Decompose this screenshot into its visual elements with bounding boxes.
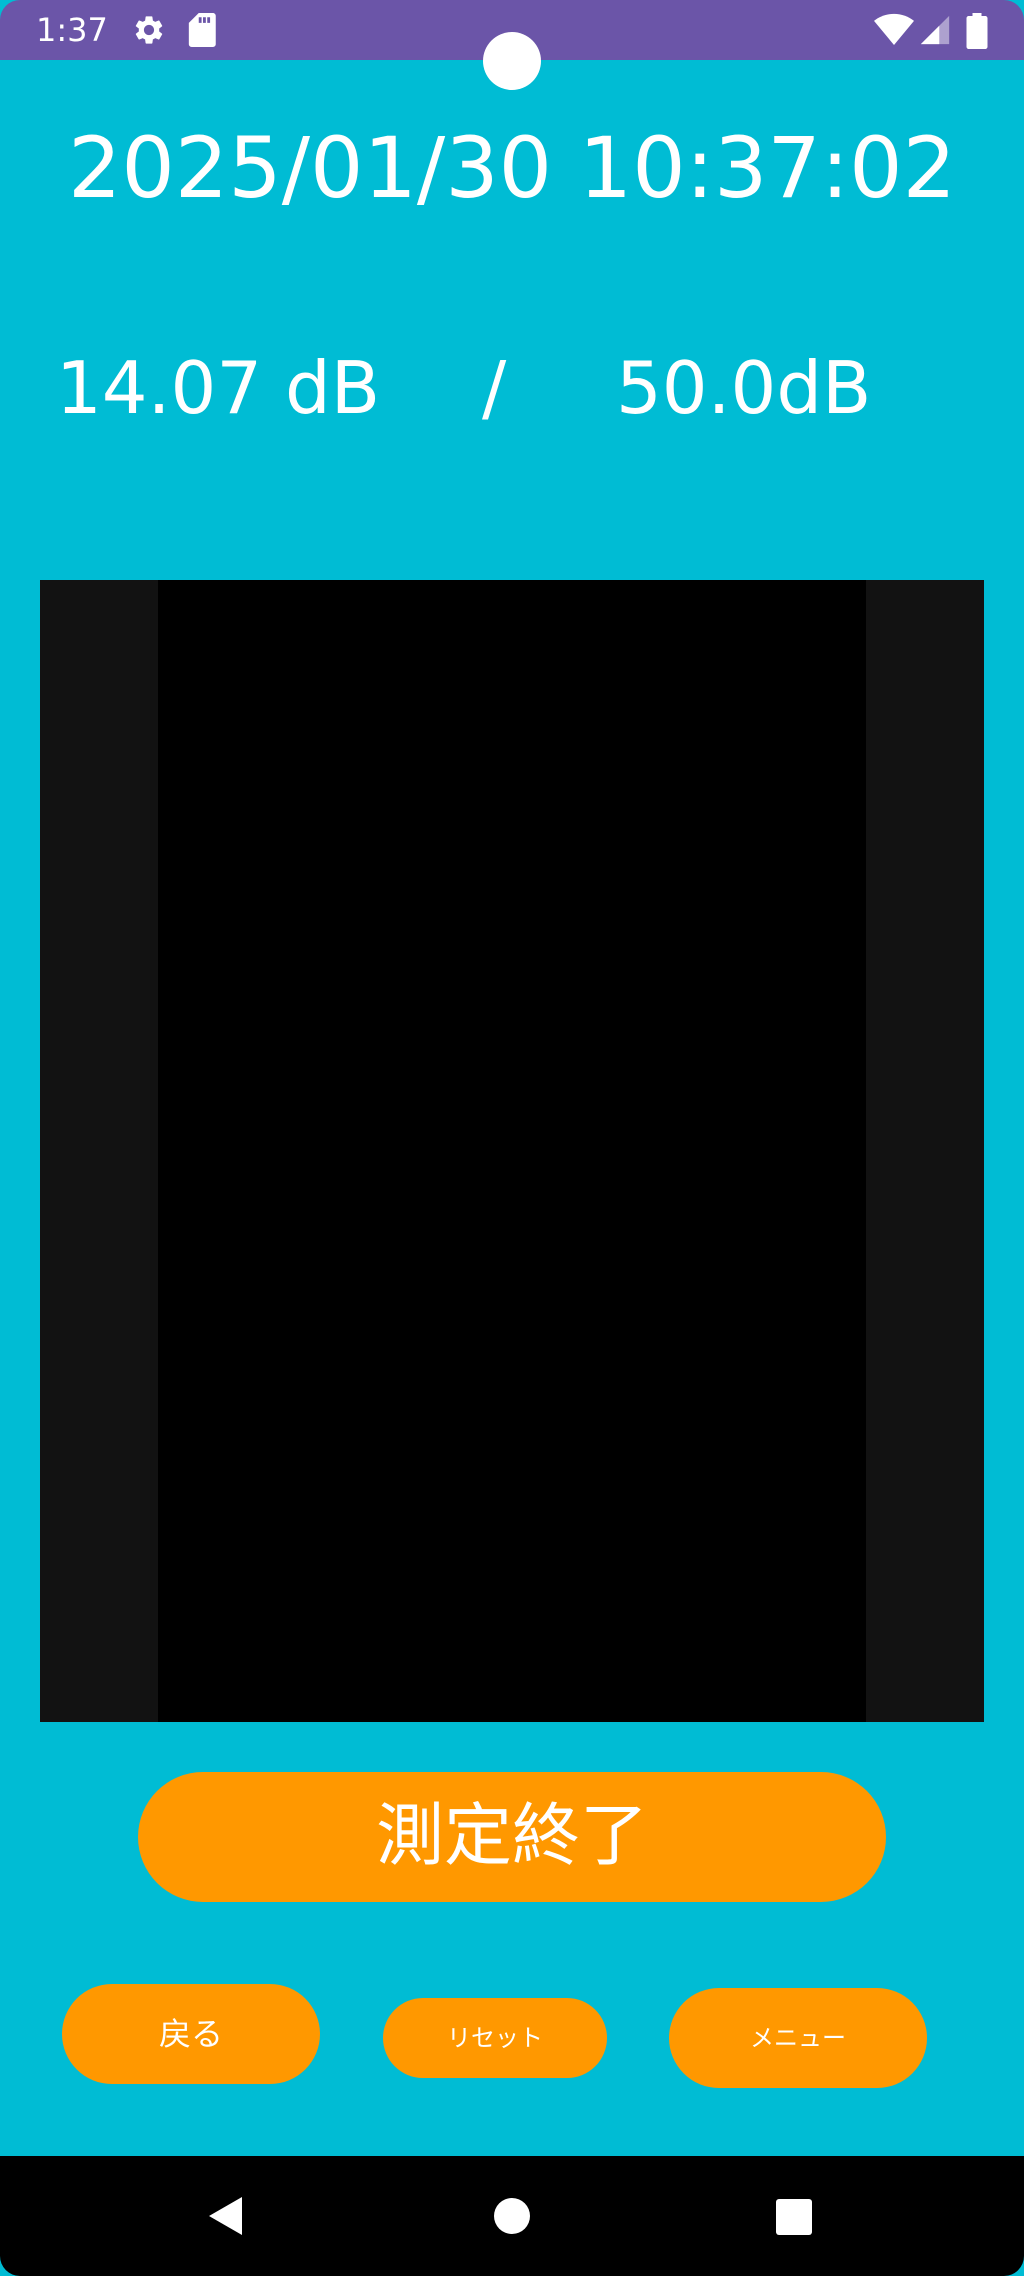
menu-button[interactable]: メニュー [669,1988,927,2088]
current-level-value: 14.07 dB [56,346,381,430]
datetime-display: 2025/01/30 10:37:02 [67,119,957,217]
camera-preview [40,580,984,1722]
camera-cutout [483,32,541,90]
home-circle-icon[interactable] [493,2197,531,2235]
status-time: 1:37 [36,11,108,49]
battery-icon [966,13,988,49]
stop-measurement-button[interactable]: 測定終了 [138,1772,886,1902]
back-triangle-icon[interactable] [206,2195,246,2237]
camera-preview-frame [158,580,866,1722]
navigation-bar [0,2156,1024,2276]
gear-icon [135,16,163,44]
threshold-level-value: 50.0dB [616,346,872,430]
recents-square-icon[interactable] [775,2198,813,2236]
level-separator: / [482,346,507,430]
sd-card-icon [188,13,216,47]
back-button[interactable]: 戻る [62,1984,320,2084]
wifi-icon [874,13,914,46]
signal-icon [920,15,950,45]
reset-button[interactable]: リセット [383,1998,607,2078]
app-screen: 1:37 2025/01/30 10:37:02 14.07 dB / 50.0… [0,0,1024,2276]
